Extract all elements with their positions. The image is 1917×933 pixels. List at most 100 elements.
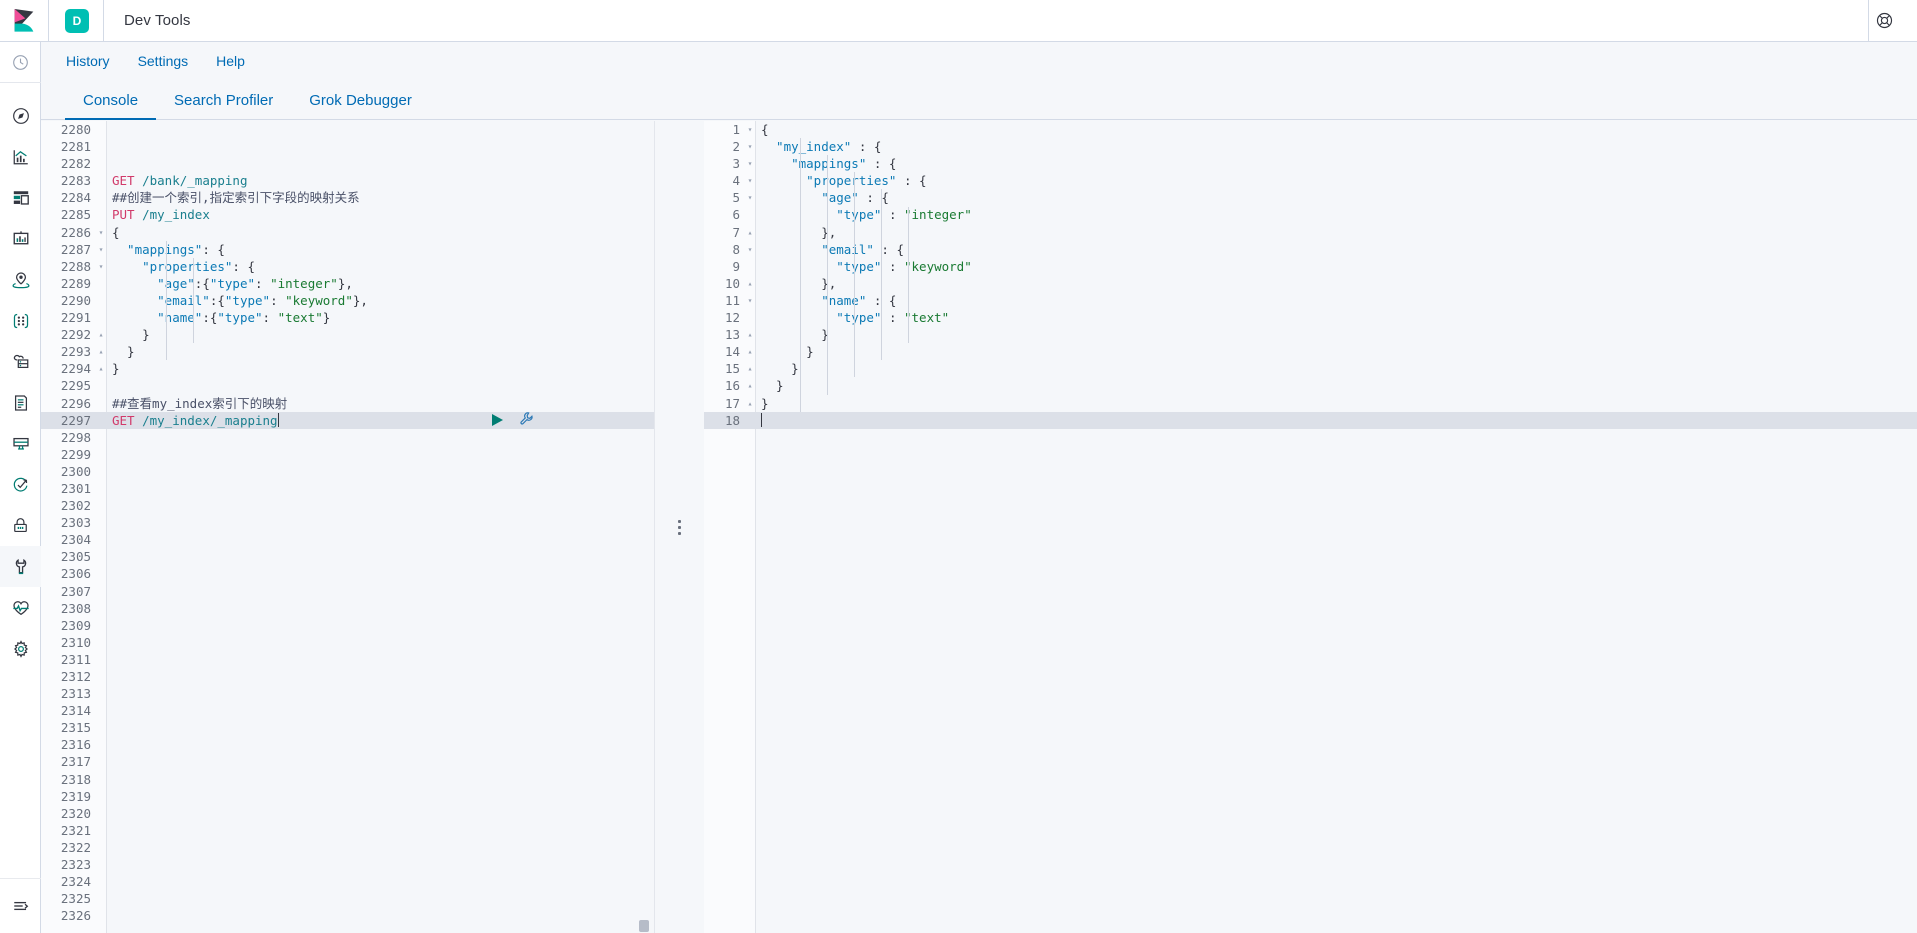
editor-line[interactable]: 2289 "age":{"type": "integer"}, (41, 275, 654, 292)
response-editor-panel[interactable]: 1▾{2▾ "my_index" : {3▾ "mappings" : {4▾ … (704, 121, 1917, 933)
editor-line[interactable]: 2307 (41, 583, 654, 600)
editor-line[interactable]: 2304 (41, 531, 654, 548)
editor-line[interactable]: 2316 (41, 736, 654, 753)
editor-line[interactable]: 2301 (41, 480, 654, 497)
editor-line[interactable]: 2312 (41, 668, 654, 685)
sidebar-item-uptime[interactable] (0, 464, 41, 505)
play-run-request-icon[interactable] (492, 414, 503, 426)
editor-line[interactable]: 2319 (41, 788, 654, 805)
code-fold-toggle-icon[interactable]: ▴ (744, 343, 756, 360)
editor-line[interactable]: 2290 "email":{"type": "keyword"}, (41, 292, 654, 309)
menu-item-history[interactable]: History (52, 42, 124, 80)
code-fold-toggle-icon[interactable]: ▾ (744, 121, 756, 138)
editor-line[interactable]: 14▴ } (704, 343, 1917, 360)
editor-line[interactable]: 2281 (41, 138, 654, 155)
wrench-open-documentation-icon[interactable] (519, 411, 534, 430)
menu-item-settings[interactable]: Settings (124, 42, 203, 80)
sidebar-item-discover[interactable] (0, 95, 41, 136)
editor-line[interactable]: 2296##查看my_index索引下的映射 (41, 395, 654, 412)
code-fold-toggle-icon[interactable]: ▴ (744, 395, 756, 412)
editor-line[interactable]: 4▾ "properties" : { (704, 172, 1917, 189)
editor-line[interactable]: 1▾{ (704, 121, 1917, 138)
editor-line[interactable]: 2295 (41, 377, 654, 394)
sidebar-item-dev-tools[interactable] (0, 546, 41, 587)
editor-line[interactable]: 2302 (41, 497, 654, 514)
code-fold-toggle-icon[interactable]: ▴ (744, 377, 756, 394)
editor-line[interactable]: 2299 (41, 446, 654, 463)
tab-search-profiler[interactable]: Search Profiler (156, 92, 291, 119)
editor-line[interactable]: 2288▾ "properties": { (41, 258, 654, 275)
editor-line[interactable]: 2320 (41, 805, 654, 822)
code-fold-toggle-icon[interactable]: ▾ (744, 292, 756, 309)
editor-line-active[interactable]: 2297GET /my_index/_mapping (41, 412, 654, 429)
editor-line[interactable]: 5▾ "age" : { (704, 189, 1917, 206)
editor-line[interactable]: 2317 (41, 753, 654, 770)
menu-item-help[interactable]: Help (202, 42, 259, 80)
editor-line[interactable]: 13▴ } (704, 326, 1917, 343)
editor-line[interactable]: 17▴} (704, 395, 1917, 412)
sidebar-item-visualize[interactable] (0, 136, 41, 177)
editor-line[interactable]: 2303 (41, 514, 654, 531)
request-editor-scrollbar-thumb[interactable] (639, 920, 649, 932)
code-fold-toggle-icon[interactable]: ▾ (95, 224, 107, 241)
request-editor-code[interactable]: 2280228122822283GET /bank/_mapping2284##… (41, 121, 654, 924)
code-fold-toggle-icon[interactable]: ▾ (744, 189, 756, 206)
editor-line[interactable]: 2291 "name":{"type": "text"} (41, 309, 654, 326)
editor-line[interactable]: 2283GET /bank/_mapping (41, 172, 654, 189)
editor-splitter[interactable] (654, 121, 704, 933)
editor-line[interactable]: 2284##创建一个索引,指定索引下字段的映射关系 (41, 189, 654, 206)
editor-line[interactable]: 2311 (41, 651, 654, 668)
sidebar-item-logs[interactable] (0, 382, 41, 423)
code-fold-toggle-icon[interactable]: ▾ (744, 172, 756, 189)
sidebar-item-canvas[interactable] (0, 218, 41, 259)
editor-line[interactable]: 3▾ "mappings" : { (704, 155, 1917, 172)
editor-line[interactable]: 6 "type" : "integer" (704, 206, 1917, 223)
sidebar-item-monitoring[interactable] (0, 587, 41, 628)
editor-line[interactable]: 2305 (41, 548, 654, 565)
editor-line[interactable]: 2323 (41, 856, 654, 873)
editor-line[interactable]: 9 "type" : "keyword" (704, 258, 1917, 275)
editor-line[interactable]: 2313 (41, 685, 654, 702)
editor-line[interactable]: 2287▾ "mappings": { (41, 241, 654, 258)
editor-line[interactable]: 2▾ "my_index" : { (704, 138, 1917, 155)
sidebar-item-recently-viewed[interactable] (0, 42, 41, 83)
editor-line[interactable]: 2321 (41, 822, 654, 839)
code-fold-toggle-icon[interactable]: ▾ (744, 241, 756, 258)
tab-grok-debugger[interactable]: Grok Debugger (291, 92, 430, 119)
editor-line[interactable]: 2310 (41, 634, 654, 651)
code-fold-toggle-icon[interactable]: ▴ (744, 275, 756, 292)
code-fold-toggle-icon[interactable]: ▴ (95, 343, 107, 360)
editor-line[interactable]: 16▴ } (704, 377, 1917, 394)
editor-line[interactable]: 2326 (41, 907, 654, 924)
help-lifebuoy-icon[interactable] (1869, 6, 1899, 36)
editor-line[interactable]: 2315 (41, 719, 654, 736)
editor-line[interactable]: 8▾ "email" : { (704, 241, 1917, 258)
code-fold-toggle-icon[interactable]: ▾ (744, 155, 756, 172)
sidebar-collapse-button[interactable] (0, 878, 41, 933)
editor-line[interactable]: 2314 (41, 702, 654, 719)
editor-line[interactable]: 15▴ } (704, 360, 1917, 377)
editor-line[interactable]: 2308 (41, 600, 654, 617)
editor-line[interactable]: 2306 (41, 565, 654, 582)
sidebar-item-apm[interactable] (0, 423, 41, 464)
editor-line[interactable]: 10▴ }, (704, 275, 1917, 292)
editor-line[interactable]: 2298 (41, 429, 654, 446)
editor-line[interactable]: 2322 (41, 839, 654, 856)
response-editor-code[interactable]: 1▾{2▾ "my_index" : {3▾ "mappings" : {4▾ … (704, 121, 1917, 429)
code-fold-toggle-icon[interactable]: ▴ (744, 326, 756, 343)
sidebar-item-siem[interactable] (0, 505, 41, 546)
editor-line[interactable]: 2309 (41, 617, 654, 634)
request-editor-panel[interactable]: 2280228122822283GET /bank/_mapping2284##… (41, 121, 654, 933)
sidebar-item-dashboard[interactable] (0, 177, 41, 218)
editor-line[interactable]: 2282 (41, 155, 654, 172)
editor-line[interactable]: 2300 (41, 463, 654, 480)
sidebar-item-maps[interactable] (0, 259, 41, 300)
editor-line[interactable]: 2318 (41, 771, 654, 788)
editor-line[interactable]: 2286▾{ (41, 224, 654, 241)
editor-line[interactable]: 2294▴} (41, 360, 654, 377)
tab-console[interactable]: Console (65, 92, 156, 119)
editor-line[interactable]: 7▴ }, (704, 224, 1917, 241)
code-fold-toggle-icon[interactable]: ▴ (744, 360, 756, 377)
code-fold-toggle-icon[interactable]: ▴ (744, 224, 756, 241)
editor-line[interactable]: 2280 (41, 121, 654, 138)
